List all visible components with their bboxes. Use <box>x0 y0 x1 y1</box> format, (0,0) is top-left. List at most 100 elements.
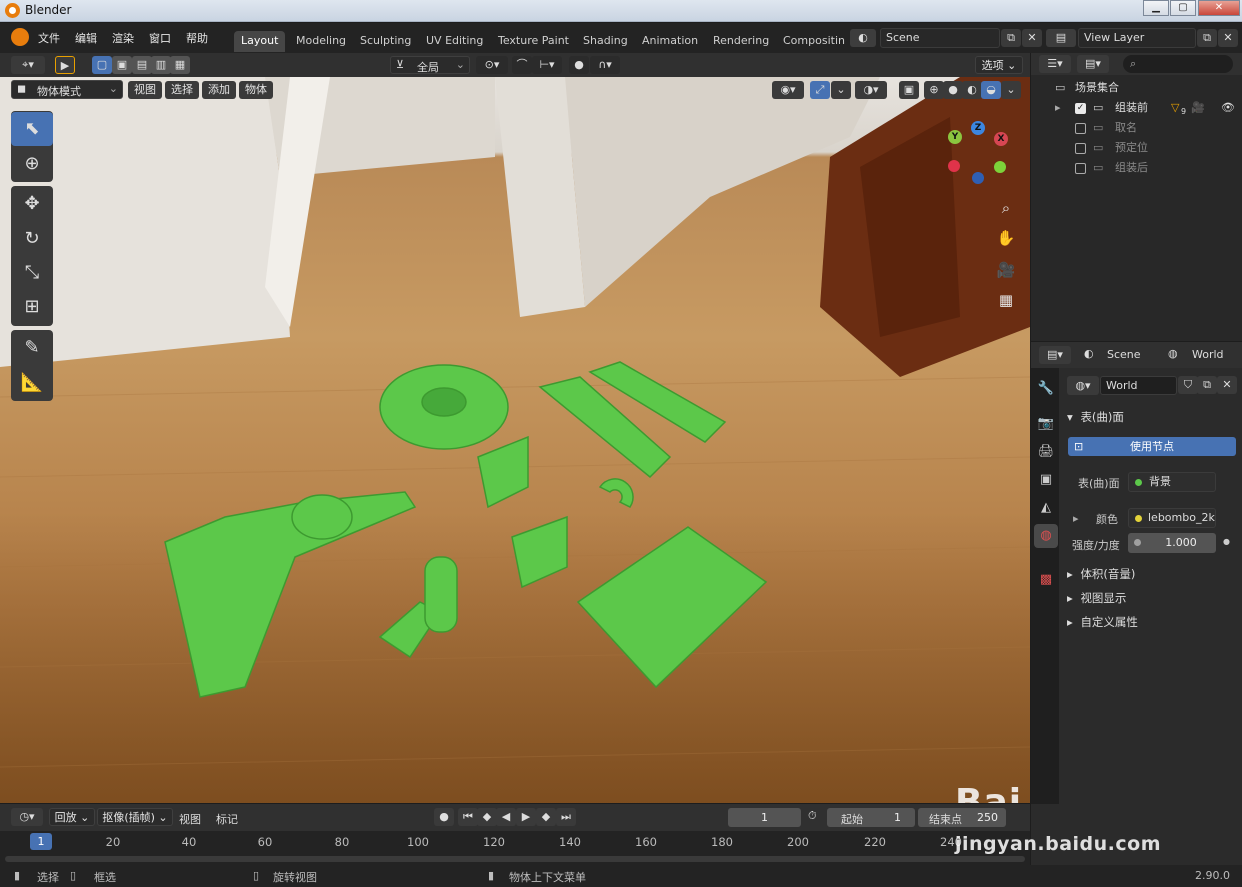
ortho-grid-icon[interactable]: ▦ <box>993 287 1019 313</box>
tab-compositing[interactable]: Compositin <box>776 31 852 52</box>
scene-selector-icon[interactable]: ◐ <box>850 29 876 47</box>
timeline-editor-icon[interactable]: ◷▾ <box>11 808 43 826</box>
jump-end-icon[interactable]: ⏭ <box>556 808 576 826</box>
expand-arrow-icon[interactable]: ▸ <box>1073 512 1079 525</box>
close-window-button[interactable]: ✕ <box>1198 0 1240 16</box>
tab-animation[interactable]: Animation <box>635 31 706 52</box>
editor-type-icon[interactable]: ⌖▾ <box>11 56 45 74</box>
zoom-icon[interactable]: ⌕ <box>993 195 1019 221</box>
transform-icon[interactable]: ⊞ <box>11 290 53 324</box>
output-tab-icon[interactable]: 🖨 <box>1034 440 1058 464</box>
menu-window[interactable]: 窗口 <box>149 30 171 46</box>
menu-object[interactable]: 物体 <box>239 81 273 99</box>
outliner-collection-row[interactable]: ▭ 预定位 <box>1031 138 1242 158</box>
current-frame-field[interactable]: 1 <box>728 808 801 827</box>
properties-editor-icon[interactable]: ▤▾ <box>1039 346 1071 364</box>
tab-sculpting[interactable]: Sculpting <box>353 31 419 52</box>
pivot-point-icon[interactable]: ⊙▾ <box>476 56 508 74</box>
tab-layout[interactable]: Layout <box>234 31 286 52</box>
solid-shading-icon[interactable]: ● <box>943 81 963 99</box>
cursor-icon[interactable]: ⊕ <box>11 147 53 181</box>
menu-help[interactable]: 帮助 <box>186 30 208 46</box>
strength-slider[interactable]: 1.000 <box>1128 533 1216 553</box>
tab-uv-editing[interactable]: UV Editing <box>419 31 491 52</box>
expand-arrow-icon[interactable]: ▸ <box>1055 98 1061 118</box>
falloff-icon[interactable]: ∩▾ <box>590 56 620 74</box>
viewport-display-section-header[interactable]: ▸ 视图显示 <box>1067 590 1126 606</box>
measure-icon[interactable]: 📐 <box>11 366 53 400</box>
gizmo-toggle-icon[interactable]: ⤢ <box>810 81 830 99</box>
play-icon[interactable]: ▶ <box>516 808 536 826</box>
menu-add[interactable]: 添加 <box>202 81 236 99</box>
tab-texture-paint[interactable]: Texture Paint <box>491 31 576 52</box>
outliner-scene-collection[interactable]: ▭ 场景集合 <box>1031 78 1242 98</box>
delete-view-layer-icon[interactable]: ✕ <box>1218 29 1238 47</box>
playhead[interactable]: 1 <box>30 833 52 850</box>
select-mode-intersect-icon[interactable]: ▦ <box>170 56 190 74</box>
select-mode-subtract-icon[interactable]: ▤ <box>132 56 152 74</box>
timeline-marker-menu[interactable]: 标记 <box>216 811 238 827</box>
wireframe-shading-icon[interactable]: ⊕ <box>924 81 944 99</box>
proportional-edit-icon[interactable]: ● <box>569 56 589 74</box>
menu-view[interactable]: 视图 <box>128 81 162 99</box>
maximize-button[interactable]: ▢ <box>1170 0 1196 16</box>
display-mode-icon[interactable]: ▤▾ <box>1077 55 1109 73</box>
snap-toggle-icon[interactable]: ⌒ <box>512 56 532 74</box>
outliner-collection-row[interactable]: ▭ 组装后 <box>1031 158 1242 178</box>
duplicate-world-icon[interactable]: ⧉ <box>1197 376 1217 394</box>
camera-view-icon[interactable]: 🎥 <box>993 257 1019 283</box>
playback-menu[interactable]: 回放 ⌄ <box>49 808 95 826</box>
minimize-button[interactable]: ▁ <box>1143 0 1169 16</box>
scene-name-field[interactable]: Scene <box>880 28 1000 48</box>
view-layer-field[interactable]: View Layer <box>1078 28 1196 48</box>
material-shading-icon[interactable]: ◐ <box>962 81 982 99</box>
end-frame-field[interactable]: 结束点 250 <box>918 808 1006 827</box>
outliner-search-input[interactable]: ⌕ <box>1123 55 1233 73</box>
select-mode-extend-icon[interactable]: ▣ <box>112 56 132 74</box>
annotate-icon[interactable]: ✎ <box>11 331 53 365</box>
tab-modeling[interactable]: Modeling <box>289 31 354 52</box>
delete-scene-icon[interactable]: ✕ <box>1022 29 1042 47</box>
menu-edit[interactable]: 编辑 <box>75 30 97 46</box>
prev-keyframe-icon[interactable]: ◆ <box>477 808 497 826</box>
timeline-view-menu[interactable]: 视图 <box>179 811 201 827</box>
gizmo-neg-x[interactable] <box>948 160 960 172</box>
gizmo-neg-z[interactable] <box>972 172 984 184</box>
visibility-icon[interactable]: ◉▾ <box>772 81 804 99</box>
options-dropdown[interactable]: 选项 ⌄ <box>975 56 1023 74</box>
overlays-icon[interactable]: ◑▾ <box>855 81 887 99</box>
transform-orientation-dropdown[interactable]: ⊻ 全局 ⌄ <box>390 56 470 74</box>
tab-shading[interactable]: Shading <box>576 31 635 52</box>
new-view-layer-icon[interactable]: ⧉ <box>1197 29 1217 47</box>
tab-rendering[interactable]: Rendering <box>706 31 777 52</box>
next-keyframe-icon[interactable]: ◆ <box>536 808 556 826</box>
keyframe-dot-icon[interactable]: ● <box>1223 537 1230 546</box>
record-icon[interactable]: ● <box>434 808 454 826</box>
snap-target-icon[interactable]: ⊢▾ <box>532 56 562 74</box>
unlink-world-icon[interactable]: ✕ <box>1217 376 1237 394</box>
shading-menu-icon[interactable]: ⌄ <box>1001 81 1021 99</box>
stopwatch-icon[interactable]: ⏱ <box>808 809 817 823</box>
collection-checkbox[interactable]: ✓ <box>1075 103 1086 114</box>
volume-section-header[interactable]: ▸ 体积(音量) <box>1067 566 1135 582</box>
scale-icon[interactable]: ⤡ <box>11 256 53 290</box>
timeline-scrollbar[interactable] <box>5 856 1025 862</box>
gizmo-y-axis[interactable]: Y <box>948 130 962 144</box>
tool-tab-icon[interactable]: 🔧 <box>1034 377 1058 401</box>
select-mode-invert-icon[interactable]: ▥ <box>151 56 171 74</box>
new-scene-icon[interactable]: ⧉ <box>1001 29 1021 47</box>
collection-checkbox[interactable] <box>1075 123 1086 134</box>
collection-checkbox[interactable] <box>1075 163 1086 174</box>
world-name-field[interactable]: World <box>1100 376 1177 395</box>
surface-shader-field[interactable]: 背景 <box>1128 472 1216 492</box>
fake-user-icon[interactable]: ⛉ <box>1178 376 1198 394</box>
xray-icon[interactable]: ▣ <box>899 81 919 99</box>
gizmo-z-axis[interactable]: Z <box>971 121 985 135</box>
texture-tab-icon[interactable]: ▩ <box>1034 568 1058 592</box>
blender-menu-icon[interactable] <box>11 28 29 46</box>
jump-start-icon[interactable]: ⏮ <box>458 808 478 826</box>
use-nodes-button[interactable]: ⊡ 使用节点 <box>1068 437 1236 456</box>
menu-file[interactable]: 文件 <box>38 30 60 46</box>
custom-props-section-header[interactable]: ▸ 自定义属性 <box>1067 614 1138 630</box>
surface-section-header[interactable]: ▾ 表(曲)面 <box>1067 409 1124 425</box>
